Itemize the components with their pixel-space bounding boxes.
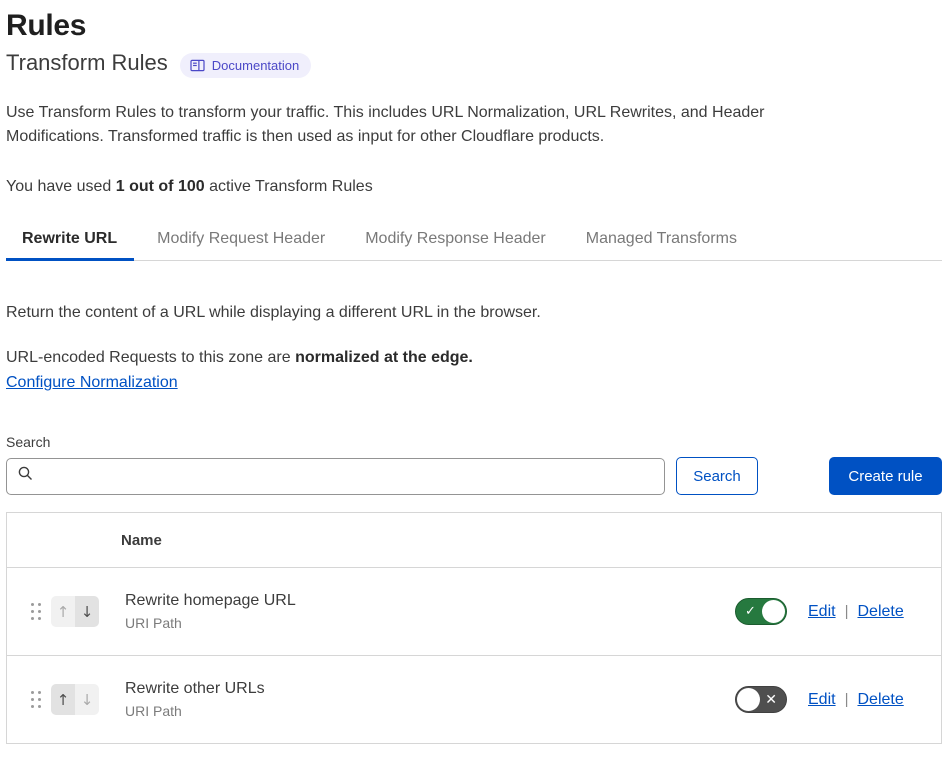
delete-link[interactable]: Delete <box>857 603 903 621</box>
page-title: Rules <box>6 8 942 44</box>
rule-info: Rewrite other URLs URI Path <box>125 680 265 719</box>
usage-count: 1 out of 100 <box>116 178 205 195</box>
transform-rules-page: Rules Transform Rules Documentation Use … <box>0 0 948 744</box>
tab-modify-response-header[interactable]: Modify Response Header <box>348 224 563 260</box>
section-description: Return the content of a URL while displa… <box>6 304 942 322</box>
rule-type: URI Path <box>125 615 296 631</box>
rules-table: Name ↑ ↓ Rewrite homepage URL URI Path ✓… <box>6 512 942 744</box>
transform-rules-tabs: Rewrite URL Modify Request Header Modify… <box>6 224 942 261</box>
link-separator: | <box>845 603 849 620</box>
link-separator: | <box>845 691 849 708</box>
drag-handle-icon[interactable] <box>31 603 41 620</box>
documentation-label: Documentation <box>212 58 299 73</box>
normalization-status: URL-encoded Requests to this zone are no… <box>6 349 942 367</box>
tab-rewrite-url[interactable]: Rewrite URL <box>6 224 134 260</box>
move-down-icon[interactable]: ↓ <box>75 596 99 627</box>
page-subtitle: Transform Rules <box>6 50 168 76</box>
create-rule-button[interactable]: Create rule <box>829 457 942 495</box>
rule-name: Rewrite other URLs <box>125 680 265 698</box>
rule-info: Rewrite homepage URL URI Path <box>125 592 296 631</box>
tab-modify-request-header[interactable]: Modify Request Header <box>140 224 342 260</box>
rule-enabled-toggle[interactable]: ✕ <box>735 686 787 713</box>
search-button[interactable]: Search <box>676 457 758 495</box>
x-icon: ✕ <box>765 693 777 707</box>
search-input[interactable] <box>42 468 654 485</box>
search-row: Search Create rule <box>6 457 942 495</box>
search-icon <box>17 465 34 487</box>
table-header-name: Name <box>7 513 941 567</box>
drag-handle-icon[interactable] <box>31 691 41 708</box>
delete-link[interactable]: Delete <box>857 691 903 709</box>
row-links: Edit | Delete <box>808 603 924 621</box>
row-actions: ✕ Edit | Delete <box>735 686 924 713</box>
rule-enabled-toggle[interactable]: ✓ <box>735 598 787 625</box>
book-icon <box>190 59 205 72</box>
configure-normalization-link[interactable]: Configure Normalization <box>6 374 178 392</box>
row-links: Edit | Delete <box>808 691 924 709</box>
toggle-knob <box>762 600 785 623</box>
rule-type: URI Path <box>125 703 265 719</box>
rule-name: Rewrite homepage URL <box>125 592 296 610</box>
move-up-icon[interactable]: ↑ <box>51 596 75 627</box>
subtitle-row: Transform Rules Documentation <box>6 50 942 76</box>
move-down-icon[interactable]: ↓ <box>75 684 99 715</box>
table-row: ↑ ↓ Rewrite homepage URL URI Path ✓ Edit… <box>7 567 941 655</box>
search-box <box>6 458 665 495</box>
search-label: Search <box>6 434 942 450</box>
move-up-icon[interactable]: ↑ <box>51 684 75 715</box>
row-actions: ✓ Edit | Delete <box>735 598 924 625</box>
edit-link[interactable]: Edit <box>808 603 836 621</box>
reorder-buttons: ↑ ↓ <box>51 684 99 715</box>
table-row: ↑ ↓ Rewrite other URLs URI Path ✕ Edit |… <box>7 655 941 743</box>
edit-link[interactable]: Edit <box>808 691 836 709</box>
page-description: Use Transform Rules to transform your tr… <box>6 101 806 149</box>
reorder-buttons: ↑ ↓ <box>51 596 99 627</box>
usage-summary: You have used 1 out of 100 active Transf… <box>6 178 942 196</box>
documentation-badge[interactable]: Documentation <box>180 53 311 78</box>
toggle-knob <box>737 688 760 711</box>
check-icon: ✓ <box>745 605 756 618</box>
tab-managed-transforms[interactable]: Managed Transforms <box>569 224 754 260</box>
normalization-status-bold: normalized at the edge. <box>295 349 473 366</box>
